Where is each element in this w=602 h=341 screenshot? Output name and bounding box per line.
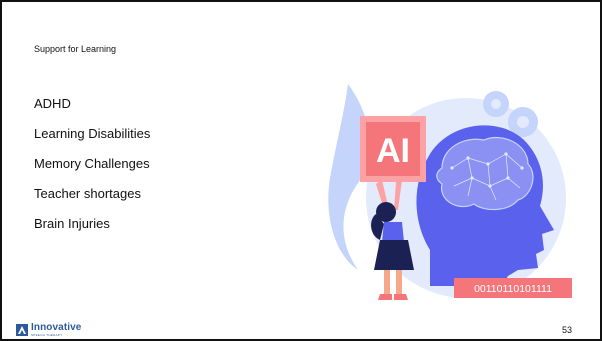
- bullet-list: ADHD Learning Disabilities Memory Challe…: [34, 96, 150, 246]
- slide-title: Support for Learning: [34, 44, 117, 54]
- slide: Support for Learning ADHD Learning Disab…: [0, 0, 602, 341]
- footer-logo: Innovative SPEECH THERAPY: [16, 322, 116, 337]
- ai-card: AI: [360, 116, 426, 182]
- brain-icon: [436, 136, 534, 211]
- binary-text: 00110110101111: [474, 283, 552, 295]
- logo-icon: [16, 324, 28, 336]
- ai-label: AI: [376, 132, 410, 170]
- binary-tag: 00110110101111: [454, 278, 572, 298]
- logo-text: Innovative: [31, 322, 82, 333]
- bullet-item: ADHD: [34, 96, 71, 111]
- bullet-item: Brain Injuries: [34, 216, 110, 231]
- bullet-item: Learning Disabilities: [34, 126, 151, 141]
- ai-brain-illustration: AI 00110110101111: [328, 84, 572, 300]
- bullet-item: Teacher shortages: [34, 186, 141, 201]
- logo-subtext: SPEECH THERAPY: [31, 333, 63, 337]
- bullet-item: Memory Challenges: [34, 156, 150, 171]
- page-number: 53: [562, 325, 573, 335]
